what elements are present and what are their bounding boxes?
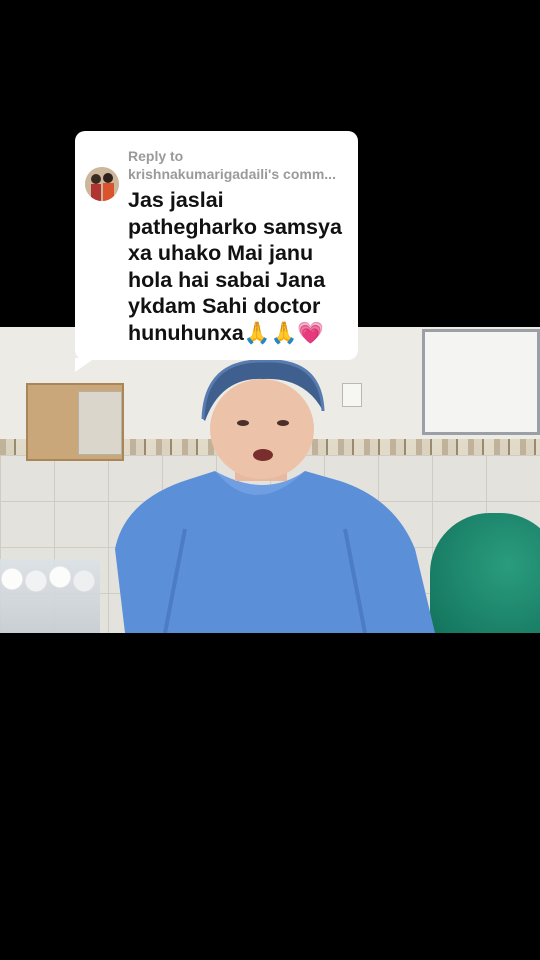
video-frame[interactable] — [0, 327, 540, 633]
bottles-shelf — [0, 559, 100, 633]
reply-to-label: Reply to — [128, 148, 184, 164]
reply-username[interactable]: krishnakumarigadaili's comm... — [128, 165, 353, 183]
green-gown-figure — [430, 513, 540, 633]
sticker-tail — [75, 358, 95, 372]
doctor-figure — [115, 359, 435, 633]
reply-comment-sticker[interactable]: Reply to krishnakumarigadaili's comm... … — [75, 131, 358, 360]
comment-text: Jas jaslai pathegharko samsya xa uhako M… — [128, 188, 342, 345]
user-avatar-icon[interactable] — [85, 167, 119, 201]
